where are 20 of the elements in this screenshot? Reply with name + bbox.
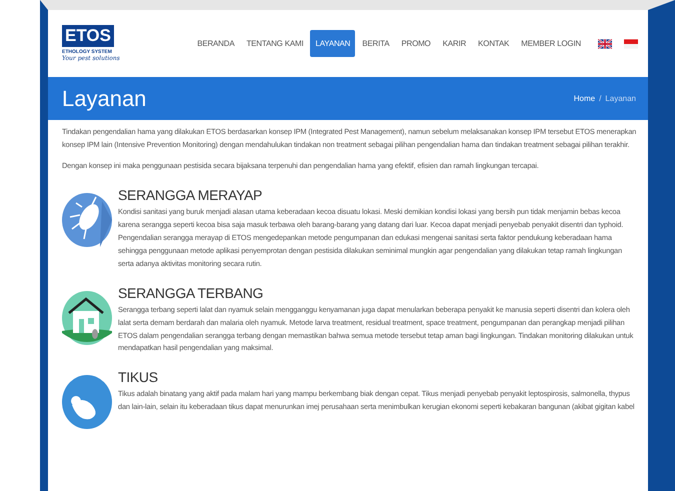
indonesia-flag-icon[interactable] bbox=[624, 38, 638, 48]
house-icon bbox=[62, 290, 112, 345]
nav-link[interactable]: BERANDA bbox=[192, 30, 240, 57]
logo-name: ETOS bbox=[62, 24, 114, 48]
service-title: TIKUS bbox=[118, 369, 159, 386]
nav-link[interactable]: KONTAK bbox=[473, 30, 514, 57]
breadcrumb-current: Layanan bbox=[605, 94, 636, 103]
service-title: SERANGGA MERAYAP bbox=[118, 186, 264, 203]
page-title: Layanan bbox=[62, 86, 146, 112]
uk-flag-icon[interactable] bbox=[598, 38, 612, 48]
nav-link[interactable]: PROMO bbox=[396, 30, 436, 57]
nav-link[interactable]: MEMBER LOGIN bbox=[516, 30, 586, 57]
nav-link[interactable]: KARIR bbox=[438, 30, 472, 57]
nav-link[interactable]: LAYANAN bbox=[310, 30, 356, 57]
nav-link[interactable]: BERITA bbox=[357, 30, 394, 57]
nav-link[interactable]: TENTANG KAMI bbox=[241, 30, 308, 57]
breadcrumb-link[interactable]: Home bbox=[574, 94, 596, 103]
breadcrumb-separator: / bbox=[599, 94, 602, 103]
service-title: SERANGGA TERBANG bbox=[118, 284, 264, 301]
cockroach-icon bbox=[62, 192, 112, 247]
